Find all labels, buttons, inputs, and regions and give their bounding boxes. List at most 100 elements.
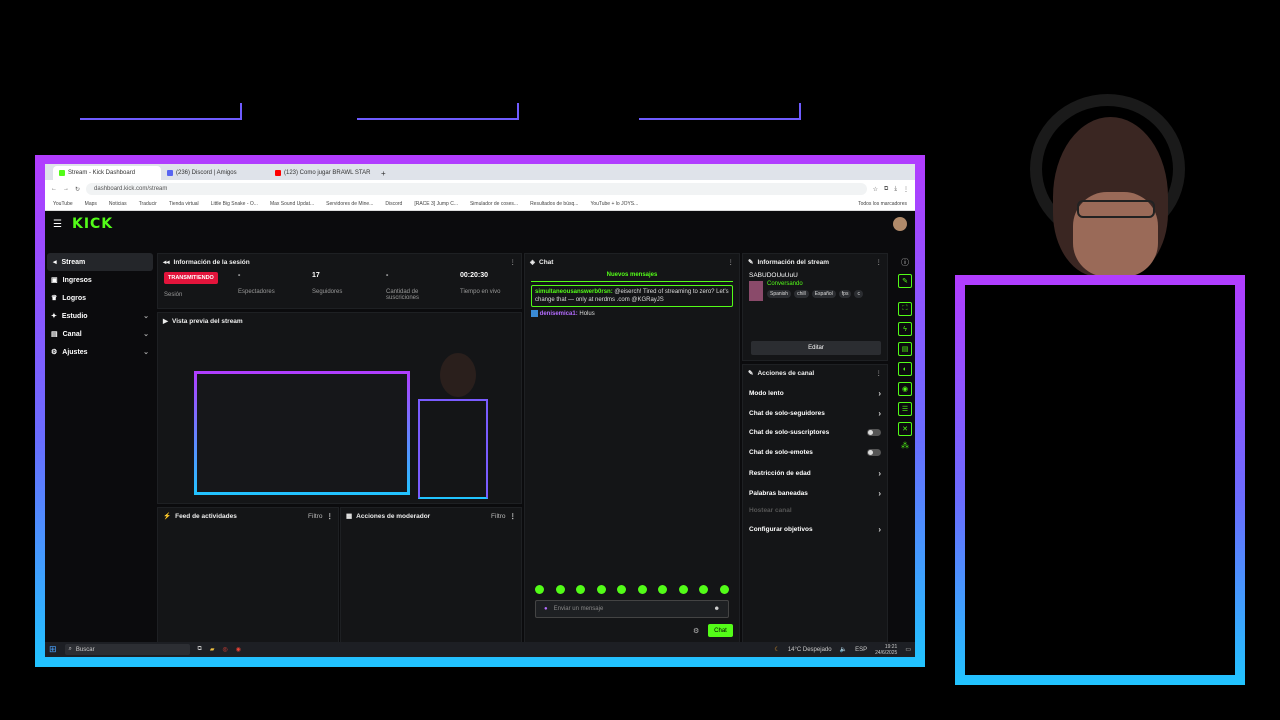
sidebar-item-ajustes[interactable]: ⚙ Ajustes ⌄ [45, 343, 155, 361]
tag-pill[interactable]: chill [794, 290, 809, 298]
edit-icon[interactable]: ✎ [898, 274, 912, 288]
chat-bubble-icon[interactable]: ◐ [898, 362, 912, 376]
action-emotes-only[interactable]: Chat de solo-emotes [743, 449, 887, 456]
clock[interactable]: 19:21 24/6/2025 [875, 644, 897, 656]
moderator-filter-button[interactable]: Filtro [491, 513, 505, 520]
bookmark-item[interactable]: Simulador de coses... [470, 201, 518, 207]
more-options-icon[interactable]: ⋮ [876, 258, 883, 266]
tab-discord[interactable]: (236) Discord | Amigos [161, 166, 269, 180]
action-configure-goals[interactable]: Configurar objetivos › [743, 525, 887, 534]
mic-icon[interactable]: ● [544, 606, 548, 612]
emote-icon[interactable] [596, 585, 606, 594]
tab-youtube[interactable]: (123) Como jugar BRAWL STAR [269, 166, 377, 180]
broadcast-icon[interactable]: ◉ [898, 382, 912, 396]
bookmark-item[interactable]: Discord [385, 201, 402, 207]
extensions-icon[interactable]: ⧉ [884, 186, 888, 193]
obs-icon[interactable]: ◉ [236, 646, 241, 653]
task-view-icon[interactable]: ⧉ [198, 646, 202, 653]
emote-icon[interactable] [535, 585, 544, 594]
users-icon[interactable]: ⁂ [897, 441, 913, 450]
edit-stream-button[interactable]: Editar [751, 341, 881, 355]
chat-send-button[interactable]: Chat [708, 624, 733, 637]
url-field[interactable]: dashboard.kick.com/stream [86, 183, 867, 195]
emote-icon[interactable] [699, 585, 709, 594]
action-subscribers-only[interactable]: Chat de solo-suscriptores [743, 429, 887, 436]
stream-category[interactable]: Conversando [767, 281, 863, 287]
pinned-message[interactable]: simultaneousanswerb0rsn: @eiserch! Tired… [531, 285, 733, 307]
bookmark-item[interactable]: YouTube + lo JOYS... [590, 201, 638, 207]
notifications-icon[interactable]: ▭ [905, 646, 911, 653]
more-options-icon[interactable]: ⋮ [327, 512, 334, 520]
reload-icon[interactable]: ↻ [75, 186, 80, 193]
tools-icon[interactable]: ✕ [898, 422, 912, 436]
chat-message[interactable]: denisemica1: Holus [531, 310, 733, 318]
menu-kebab-icon[interactable]: ⋮ [903, 186, 909, 193]
tag-pill[interactable]: Spanish [767, 290, 792, 298]
emotes-only-toggle[interactable] [867, 449, 881, 456]
back-icon[interactable]: ← [51, 186, 57, 192]
emote-icon[interactable] [658, 585, 668, 594]
forward-icon[interactable]: → [63, 186, 69, 192]
list-icon[interactable]: ☰ [898, 402, 912, 416]
tab-kick-dashboard[interactable]: Stream - Kick Dashboard [53, 166, 161, 180]
tag-pill[interactable]: c [854, 290, 863, 298]
bookmark-item[interactable]: Noticias [109, 201, 127, 207]
action-slow-mode[interactable]: Modo lento › [743, 389, 887, 398]
hamburger-menu-icon[interactable]: ☰ [53, 219, 62, 230]
action-age-restriction[interactable]: Restricción de edad › [743, 469, 887, 478]
windows-start-icon[interactable]: ⊞ [49, 644, 57, 655]
emote-icon[interactable] [555, 585, 565, 594]
emoji-picker-icon[interactable]: ☻ [714, 606, 720, 612]
sidebar-item-canal[interactable]: ▤ Canal ⌄ [45, 325, 155, 343]
user-avatar[interactable] [893, 217, 907, 231]
more-options-icon[interactable]: ⋮ [510, 512, 517, 520]
bookmark-item[interactable]: Traducir [139, 201, 157, 207]
bookmark-item[interactable]: Servidores de Mine... [326, 201, 373, 207]
language-indicator[interactable]: ESP [855, 647, 867, 653]
info-icon[interactable]: ⓘ [897, 257, 913, 268]
more-options-icon[interactable]: ⋮ [510, 258, 517, 266]
tag-pill[interactable]: fps [838, 290, 852, 298]
emote-icon[interactable] [576, 585, 586, 594]
stream-preview-video[interactable] [194, 371, 410, 495]
bookmark-item[interactable]: Tienda virtual [169, 201, 199, 207]
sidebar-item-ingresos[interactable]: ▣ Ingresos [45, 271, 155, 289]
bookmarks-folder[interactable]: Todos los marcadores [858, 201, 907, 207]
sidebar-item-logros[interactable]: ♛ Logros [45, 289, 155, 307]
emote-icon[interactable] [617, 585, 627, 594]
raid-icon[interactable]: ⛶ [898, 302, 912, 316]
bookmark-item[interactable]: Maps [85, 201, 97, 207]
taskbar-search[interactable]: ⌕ Buscar [64, 644, 190, 655]
new-messages-banner[interactable]: Nuevos mensajes [531, 272, 733, 282]
download-icon[interactable]: ⤓ [894, 186, 897, 193]
action-followers-only[interactable]: Chat de solo-seguidores › [743, 409, 887, 418]
emote-icon[interactable] [719, 585, 729, 594]
bookmark-item[interactable]: YouTube [53, 201, 73, 207]
chrome-icon[interactable]: ◎ [222, 646, 227, 653]
subscribers-only-toggle[interactable] [867, 429, 881, 436]
bookmark-star-icon[interactable]: ☆ [873, 186, 878, 193]
file-explorer-icon[interactable]: ▰ [210, 646, 215, 653]
kick-favicon-icon [59, 170, 65, 176]
bookmark-item[interactable]: [RACE 3] Jump C... [414, 201, 458, 207]
more-options-icon[interactable]: ⋮ [728, 258, 735, 266]
action-banned-words[interactable]: Palabras baneadas › [743, 489, 887, 498]
tag-pill[interactable]: Español [811, 290, 836, 298]
emote-icon[interactable] [637, 585, 647, 594]
sidebar-item-stream[interactable]: ◂ Stream [47, 253, 153, 271]
notes-icon[interactable]: ▤ [898, 342, 912, 356]
kick-logo[interactable]: KICK [72, 216, 113, 232]
emote-icon[interactable] [678, 585, 688, 594]
more-options-icon[interactable]: ⋮ [876, 369, 883, 377]
new-tab-button[interactable]: + [381, 169, 386, 178]
volume-icon[interactable]: 🔈 [840, 646, 847, 653]
stream-icon: ◂ [53, 259, 57, 266]
bolt-icon[interactable]: ϟ [898, 322, 912, 336]
bookmark-item[interactable]: Little Big Snake - O... [211, 201, 258, 207]
bookmark-item[interactable]: Max Sound Updat... [270, 201, 314, 207]
sidebar-item-estudio[interactable]: ✦ Estudio ⌄ [45, 307, 155, 325]
activity-filter-button[interactable]: Filtro [308, 513, 322, 520]
chat-input[interactable]: ● Enviar un mensaje ☻ [535, 600, 729, 618]
chat-settings-icon[interactable]: ⚙ [693, 627, 699, 635]
bookmark-item[interactable]: Resultados de búsq... [530, 201, 578, 207]
